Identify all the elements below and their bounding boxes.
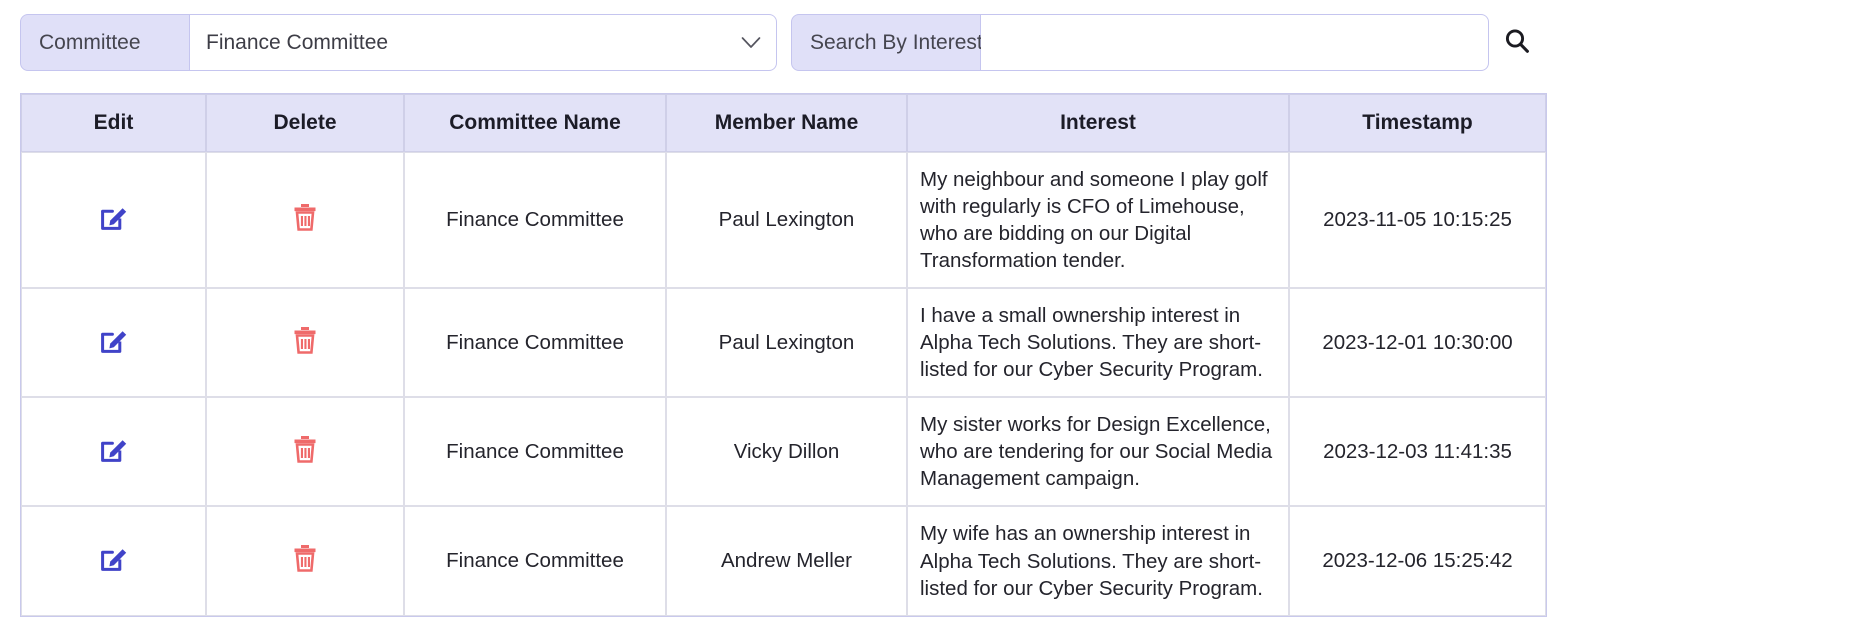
edit-pencil-square-icon: [99, 543, 129, 573]
committee-name-cell: Finance Committee: [404, 152, 666, 289]
member-name-cell: Andrew Meller: [666, 506, 907, 616]
column-header-member-name: Member Name: [666, 94, 907, 152]
edit-cell: [21, 288, 206, 398]
committee-select[interactable]: Finance Committee: [190, 14, 777, 71]
column-header-timestamp: Timestamp: [1289, 94, 1546, 152]
delete-row-button[interactable]: [292, 325, 318, 355]
member-name-cell: Vicky Dillon: [666, 397, 907, 507]
search-filter-label: Search By Interest: [791, 14, 983, 71]
delete-row-button[interactable]: [292, 543, 318, 573]
interest-cell: My neighbour and someone I play golf wit…: [907, 152, 1289, 289]
delete-cell: [206, 288, 404, 398]
table-body: Finance Committee Paul Lexington My neig…: [21, 152, 1546, 616]
column-header-interest: Interest: [907, 94, 1289, 152]
committee-filter-label: Committee: [20, 14, 190, 71]
interests-table: Edit Delete Committee Name Member Name I…: [20, 93, 1547, 617]
edit-pencil-square-icon: [99, 434, 129, 464]
interests-table-wrapper: Edit Delete Committee Name Member Name I…: [0, 93, 1565, 617]
committee-select-wrapper: Finance Committee: [190, 14, 777, 71]
timestamp-cell: 2023-11-05 10:15:25: [1289, 152, 1546, 289]
column-header-committee-name: Committee Name: [404, 94, 666, 152]
committee-name-cell: Finance Committee: [404, 506, 666, 616]
table-row: Finance Committee Andrew Meller My wife …: [21, 506, 1546, 616]
search-input[interactable]: [981, 14, 1489, 71]
search-filter-group: Search By Interest: [791, 14, 1545, 71]
trash-can-icon: [292, 202, 318, 232]
committee-name-cell: Finance Committee: [404, 397, 666, 507]
table-row: Finance Committee Paul Lexington My neig…: [21, 152, 1546, 289]
timestamp-cell: 2023-12-03 11:41:35: [1289, 397, 1546, 507]
edit-pencil-square-icon: [99, 202, 129, 232]
edit-cell: [21, 506, 206, 616]
trash-can-icon: [292, 543, 318, 573]
table-row: Finance Committee Vicky Dillon My sister…: [21, 397, 1546, 507]
column-header-delete: Delete: [206, 94, 404, 152]
member-name-cell: Paul Lexington: [666, 152, 907, 289]
search-button[interactable]: [1489, 14, 1545, 71]
delete-row-button[interactable]: [292, 202, 318, 232]
interest-cell: I have a small ownership interest in Alp…: [907, 288, 1289, 398]
committee-interests-page: Committee Finance Committee Search By In…: [0, 0, 1565, 617]
timestamp-cell: 2023-12-06 15:25:42: [1289, 506, 1546, 616]
edit-cell: [21, 397, 206, 507]
table-header: Edit Delete Committee Name Member Name I…: [21, 94, 1546, 152]
trash-can-icon: [292, 325, 318, 355]
edit-row-button[interactable]: [99, 543, 129, 573]
table-header-row: Edit Delete Committee Name Member Name I…: [21, 94, 1546, 152]
delete-cell: [206, 152, 404, 289]
member-name-cell: Paul Lexington: [666, 288, 907, 398]
table-row: Finance Committee Paul Lexington I have …: [21, 288, 1546, 398]
search-icon: [1502, 26, 1532, 59]
edit-cell: [21, 152, 206, 289]
trash-can-icon: [292, 434, 318, 464]
delete-cell: [206, 397, 404, 507]
timestamp-cell: 2023-12-01 10:30:00: [1289, 288, 1546, 398]
delete-row-button[interactable]: [292, 434, 318, 464]
edit-row-button[interactable]: [99, 325, 129, 355]
edit-row-button[interactable]: [99, 434, 129, 464]
interest-cell: My wife has an ownership interest in Alp…: [907, 506, 1289, 616]
committee-name-cell: Finance Committee: [404, 288, 666, 398]
edit-row-button[interactable]: [99, 202, 129, 232]
committee-filter-group: Committee Finance Committee: [20, 14, 777, 71]
edit-pencil-square-icon: [99, 325, 129, 355]
column-header-edit: Edit: [21, 94, 206, 152]
interest-cell: My sister works for Design Excellence, w…: [907, 397, 1289, 507]
delete-cell: [206, 506, 404, 616]
filter-bar: Committee Finance Committee Search By In…: [0, 14, 1565, 71]
